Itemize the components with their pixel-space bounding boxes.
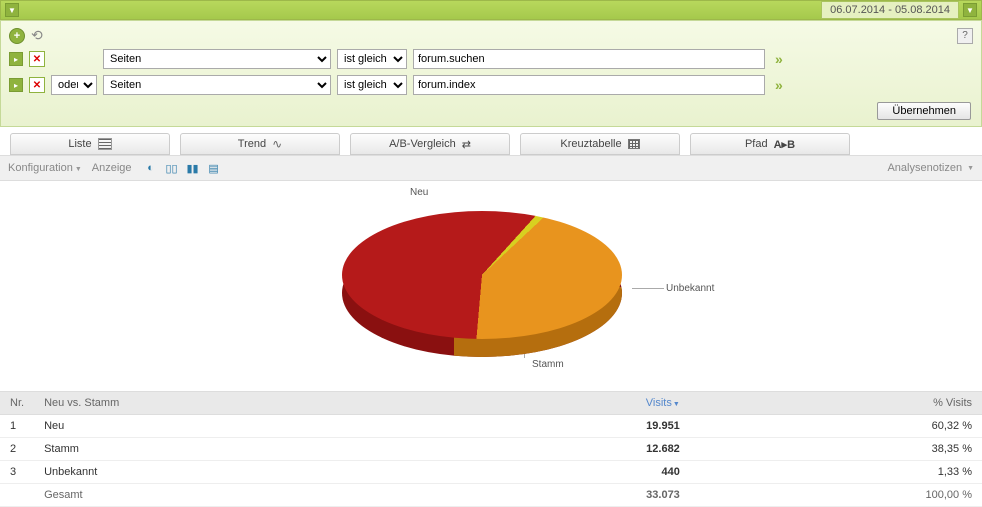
- tab-label: Trend: [238, 138, 266, 150]
- crosstable-icon: [628, 139, 640, 149]
- operator-select[interactable]: ist gleich: [337, 49, 407, 69]
- table-row[interactable]: 2 Stamm 12.682 38,35 %: [0, 438, 982, 461]
- filter-value-input[interactable]: [413, 49, 765, 69]
- tab-liste[interactable]: Liste: [10, 133, 170, 155]
- path-icon: A▸B: [774, 138, 795, 151]
- data-table: Nr. Neu vs. Stamm Visits % Visits 1 Neu …: [0, 391, 982, 507]
- row-handle-icon[interactable]: ▸: [9, 78, 23, 92]
- cell-pct: 38,35 %: [690, 438, 982, 461]
- refresh-icon[interactable]: ⟲: [31, 27, 43, 44]
- cell-visits: 19.951: [452, 415, 689, 438]
- list-icon: [98, 138, 112, 150]
- notes-dropdown[interactable]: Analysenotizen: [887, 162, 974, 174]
- row-handle-icon[interactable]: ▸: [9, 52, 23, 66]
- cell-name: Unbekannt: [34, 461, 452, 484]
- cell-name: Stamm: [34, 438, 452, 461]
- filter-value-input[interactable]: [413, 75, 765, 95]
- pie-label-neu: Neu: [410, 187, 428, 198]
- config-dropdown[interactable]: Konfiguration: [8, 162, 82, 174]
- cell-total-visits: 33.073: [452, 484, 689, 507]
- apply-row-icon[interactable]: »: [771, 77, 787, 93]
- sort-desc-icon: [672, 397, 680, 409]
- add-filter-icon[interactable]: +: [9, 28, 25, 44]
- remove-filter-button[interactable]: ✕: [29, 51, 45, 67]
- bar-view-icon[interactable]: ▯▯: [163, 160, 181, 176]
- view-label: Anzeige: [92, 162, 132, 174]
- cell-name: Neu: [34, 415, 452, 438]
- operator-select[interactable]: ist gleich: [337, 75, 407, 95]
- table-header-row: Nr. Neu vs. Stamm Visits % Visits: [0, 392, 982, 415]
- tab-ab-vergleich[interactable]: A/B-Vergleich ⇄: [350, 133, 510, 155]
- next-period-button[interactable]: ▼: [963, 3, 977, 17]
- apply-row-icon[interactable]: »: [771, 51, 787, 67]
- col-nr[interactable]: Nr.: [0, 392, 34, 415]
- tab-label: A/B-Vergleich: [389, 138, 456, 150]
- leader-line: [632, 288, 664, 289]
- cell-pct: 60,32 %: [690, 415, 982, 438]
- pie-chart: [342, 211, 622, 351]
- view-tabs: Liste Trend ∿ A/B-Vergleich ⇄ Kreuztabel…: [0, 127, 982, 155]
- tab-label: Kreuztabelle: [560, 138, 621, 150]
- col-name[interactable]: Neu vs. Stamm: [34, 392, 452, 415]
- cell-total-label: Gesamt: [34, 484, 452, 507]
- column-view-icon[interactable]: ▮▮: [184, 160, 202, 176]
- config-bar: Konfiguration Anzeige ◐ ▯▯ ▮▮ ▤ Analysen…: [0, 155, 982, 181]
- tab-pfad[interactable]: Pfad A▸B: [690, 133, 850, 155]
- cell-nr: 3: [0, 461, 34, 484]
- trend-icon: ∿: [272, 137, 282, 151]
- view-icons: ◐ ▯▯ ▮▮ ▤: [142, 160, 223, 176]
- filter-row: ▸ ✕ Seiten ist gleich »: [5, 46, 977, 72]
- prev-period-button[interactable]: ▼: [5, 3, 19, 17]
- cell-nr: 1: [0, 415, 34, 438]
- dimension-select[interactable]: Seiten: [103, 75, 331, 95]
- table-row[interactable]: 1 Neu 19.951 60,32 %: [0, 415, 982, 438]
- pie-label-unbekannt: Unbekannt: [666, 283, 714, 294]
- pie-view-icon[interactable]: ◐: [142, 160, 160, 176]
- cell-visits: 440: [452, 461, 689, 484]
- dimension-select[interactable]: Seiten: [103, 49, 331, 69]
- date-range[interactable]: 06.07.2014 - 05.08.2014: [821, 1, 959, 19]
- pie-label-stamm: Stamm: [532, 359, 564, 370]
- cell-total-pct: 100,00 %: [690, 484, 982, 507]
- tab-label: Pfad: [745, 138, 768, 150]
- remove-filter-button[interactable]: ✕: [29, 77, 45, 93]
- col-pct[interactable]: % Visits: [690, 392, 982, 415]
- help-icon[interactable]: ?: [957, 28, 973, 44]
- col-visits[interactable]: Visits: [452, 392, 689, 415]
- top-bar: ▼ 06.07.2014 - 05.08.2014 ▼: [0, 0, 982, 20]
- cell-nr: 2: [0, 438, 34, 461]
- tab-label: Liste: [68, 138, 91, 150]
- table-view-icon[interactable]: ▤: [205, 160, 223, 176]
- tab-trend[interactable]: Trend ∿: [180, 133, 340, 155]
- filter-panel: + ⟲ ? ▸ ✕ Seiten ist gleich » ▸ ✕ oder S…: [0, 20, 982, 127]
- cell-visits: 12.682: [452, 438, 689, 461]
- apply-button[interactable]: Übernehmen: [877, 102, 971, 120]
- table-total-row: Gesamt 33.073 100,00 %: [0, 484, 982, 507]
- filter-toolbar: + ⟲ ?: [5, 25, 977, 46]
- compare-icon: ⇄: [462, 138, 471, 151]
- chart-area: Neu Unbekannt Stamm: [0, 181, 982, 391]
- conjunction-select[interactable]: oder: [51, 75, 97, 95]
- table-row[interactable]: 3 Unbekannt 440 1,33 %: [0, 461, 982, 484]
- tab-kreuztabelle[interactable]: Kreuztabelle: [520, 133, 680, 155]
- cell-pct: 1,33 %: [690, 461, 982, 484]
- filter-row: ▸ ✕ oder Seiten ist gleich »: [5, 72, 977, 98]
